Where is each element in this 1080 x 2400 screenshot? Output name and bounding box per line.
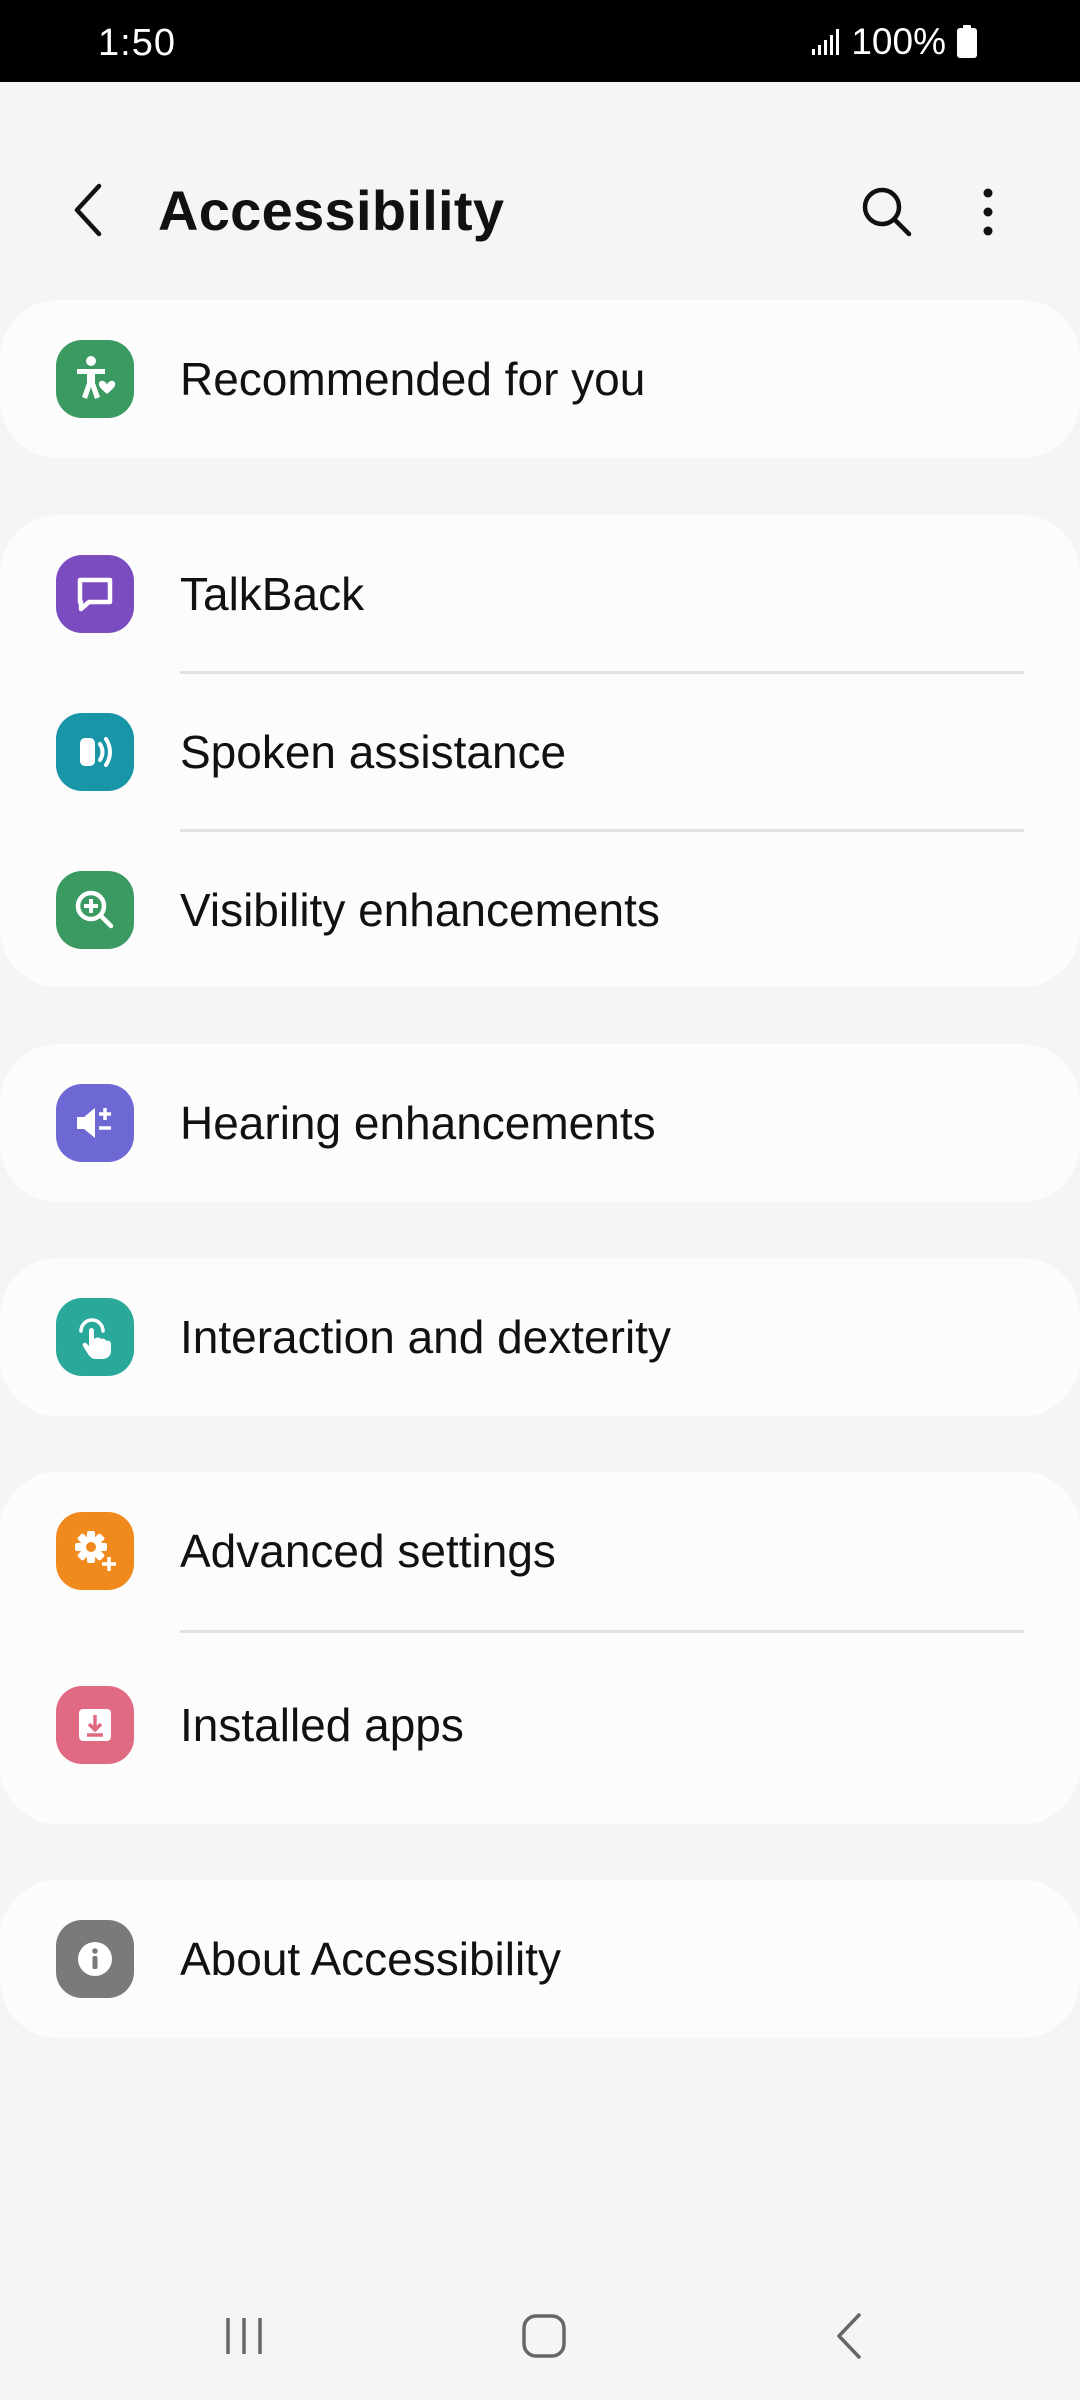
list-item-label: Spoken assistance — [180, 726, 567, 778]
signal-icon — [812, 29, 840, 55]
card-hearing: Hearing enhancements — [0, 1044, 1080, 1202]
list-item-hearing-enhancements[interactable]: Hearing enhancements — [0, 1044, 1080, 1202]
app-bar: Accessibility — [0, 150, 1080, 270]
back-nav-button[interactable] — [815, 2308, 883, 2364]
list-item-label: Installed apps — [180, 1699, 464, 1751]
zoom-in-icon — [56, 871, 134, 949]
list-item-about-accessibility[interactable]: About Accessibility — [0, 1880, 1080, 2038]
status-bar: 1:50 100% — [0, 0, 1080, 82]
card-advanced: Advanced settings Installed apps — [0, 1472, 1080, 1824]
list-item-label: TalkBack — [180, 568, 365, 620]
recents-button[interactable] — [210, 2310, 278, 2362]
search-button[interactable] — [855, 180, 919, 244]
home-button[interactable] — [510, 2308, 578, 2364]
list-item-spoken-assistance[interactable]: Spoken assistance — [0, 673, 1080, 831]
battery-percentage: 100% — [851, 21, 946, 62]
card-vision: TalkBack Spoken assistance Visibility en… — [0, 515, 1080, 987]
list-item-label: Interaction and dexterity — [180, 1311, 671, 1363]
speaker-voice-icon — [56, 713, 134, 791]
back-nav-icon — [837, 2313, 861, 2359]
list-item-label: Visibility enhancements — [180, 884, 660, 936]
battery-icon — [957, 25, 977, 58]
list-item-label: Recommended for you — [180, 353, 646, 405]
page-title: Accessibility — [158, 179, 505, 242]
info-icon — [56, 1920, 134, 1998]
touch-hand-icon — [56, 1298, 134, 1376]
list-item-interaction-and-dexterity[interactable]: Interaction and dexterity — [0, 1258, 1080, 1416]
gear-plus-icon — [56, 1512, 134, 1590]
list-item-advanced-settings[interactable]: Advanced settings — [0, 1472, 1080, 1630]
status-indicators: 100% — [811, 21, 978, 62]
list-item-label: Hearing enhancements — [180, 1097, 656, 1149]
more-options-icon — [983, 188, 993, 236]
card-interaction: Interaction and dexterity — [0, 1258, 1080, 1416]
card-about: About Accessibility — [0, 1880, 1080, 2038]
accessibility-heart-icon — [56, 340, 134, 418]
search-icon — [862, 187, 912, 237]
list-item-label: Advanced settings — [180, 1525, 556, 1577]
more-options-button[interactable] — [960, 180, 1016, 244]
status-time: 1:50 — [98, 22, 176, 64]
list-item-talkback[interactable]: TalkBack — [0, 515, 1080, 673]
recents-icon — [226, 2318, 262, 2354]
list-item-label: About Accessibility — [180, 1933, 561, 1985]
list-item-installed-apps[interactable]: Installed apps — [0, 1646, 1080, 1804]
home-icon — [522, 2314, 566, 2358]
list-item-visibility-enhancements[interactable]: Visibility enhancements — [0, 831, 1080, 989]
back-icon — [74, 183, 102, 237]
volume-plus-minus-icon — [56, 1084, 134, 1162]
back-button[interactable] — [58, 180, 118, 240]
list-item-recommended-for-you[interactable]: Recommended for you — [0, 300, 1080, 458]
download-tray-icon — [56, 1686, 134, 1764]
navigation-bar — [0, 2270, 1080, 2400]
chat-bubble-icon — [56, 555, 134, 633]
divider — [180, 1630, 1024, 1633]
card-recommended: Recommended for you — [0, 300, 1080, 458]
